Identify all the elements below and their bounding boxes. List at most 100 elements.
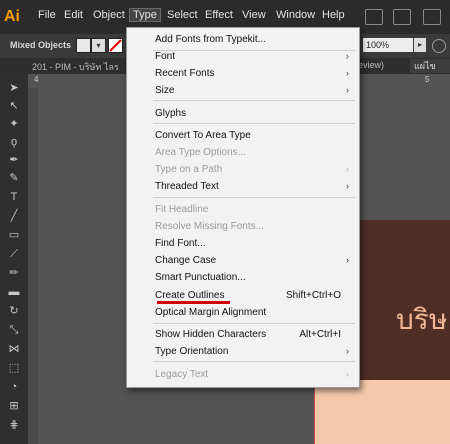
perspective-grid-tool-icon[interactable]: ⊞ [6, 400, 22, 413]
stock-icon[interactable] [393, 9, 411, 25]
menu-item-shortcut: Alt+Ctrl+I [299, 329, 341, 340]
menu-item-fit-headline: Fit Headline [155, 201, 355, 218]
shape-builder-tool-icon[interactable]: ◔ [6, 381, 22, 394]
width-tool-icon[interactable]: ⋈ [6, 343, 22, 356]
menu-item-label: Fit Headline [155, 204, 209, 215]
tools-panel: ➤ ↖ ✦ ϙ ✒ ✎ T ╱ ▭ ⟋ ✏ ▬ ↻ ⤡ ⋈ ⬚ ◔ ⊞ ⋕ [0, 74, 29, 444]
scale-tool-icon[interactable]: ⤡ [6, 324, 22, 337]
document-tab-active[interactable]: แผ่ไข [410, 59, 450, 73]
ruler-mark: 4 [34, 75, 39, 84]
submenu-arrow-icon: › [346, 181, 349, 191]
submenu-arrow-icon: › [346, 369, 349, 379]
menu-window[interactable]: Window [276, 9, 315, 21]
menu-item-area-type-options: Area Type Options... [155, 144, 355, 161]
menu-item-glyphs[interactable]: Glyphs [155, 105, 355, 122]
menu-item-label: Smart Punctuation... [155, 272, 246, 283]
menu-item-show-hidden-characters[interactable]: Show Hidden Characters Alt+Ctrl+I [155, 326, 355, 343]
menu-item-threaded-text[interactable]: Threaded Text › [155, 178, 355, 195]
menu-item-resolve-missing-fonts: Resolve Missing Fonts... [155, 218, 355, 235]
menu-item-label: Find Font... [155, 238, 206, 249]
submenu-arrow-icon: › [346, 164, 349, 174]
paintbrush-tool-icon[interactable]: ⟋ [6, 248, 22, 261]
zoom-field[interactable]: 100% [363, 38, 413, 52]
artboard-light-panel[interactable] [315, 380, 450, 444]
menu-edit[interactable]: Edit [64, 9, 83, 21]
menu-item-type-orientation[interactable]: Type Orientation › [155, 343, 355, 360]
menu-item-label: Change Case [155, 255, 217, 266]
magic-wand-tool-icon[interactable]: ✦ [6, 118, 22, 131]
menu-item-legacy-text: Legacy Text › [155, 366, 355, 383]
menu-separator [153, 100, 355, 101]
menu-item-label: Recent Fonts [155, 68, 215, 79]
selection-tool-icon[interactable]: ➤ [6, 82, 22, 95]
menu-separator [153, 361, 355, 362]
menu-item-type-on-path: Type on a Path › [155, 161, 355, 178]
menu-item-font[interactable]: Font › [155, 48, 355, 65]
menu-item-recent-fonts[interactable]: Recent Fonts › [155, 65, 355, 82]
fill-dropdown-icon[interactable]: ▾ [91, 38, 106, 53]
menu-item-label: Font [155, 51, 176, 62]
menu-item-smart-punctuation[interactable]: Smart Punctuation... [155, 269, 355, 286]
menu-select[interactable]: Select [167, 9, 198, 21]
menu-item-add-fonts-typekit[interactable]: Add Fonts from Typekit... [155, 31, 355, 48]
menu-item-label: Type Orientation [155, 346, 229, 357]
app-logo: Ai [4, 8, 20, 25]
zoom-arrow-icon[interactable]: ▸ [414, 38, 426, 52]
menu-item-change-case[interactable]: Change Case › [155, 252, 355, 269]
stroke-swatch[interactable] [108, 38, 123, 53]
pencil-tool-icon[interactable]: ✏ [6, 267, 22, 280]
menu-item-label: Glyphs [155, 108, 187, 119]
curvature-tool-icon[interactable]: ✎ [6, 172, 22, 185]
menu-item-label: Optical Margin Alignment [155, 307, 267, 318]
menu-file[interactable]: File [38, 9, 56, 21]
menu-item-size[interactable]: Size › [155, 82, 355, 99]
submenu-arrow-icon: › [346, 255, 349, 265]
menu-item-optical-margin[interactable]: Optical Margin Alignment [155, 304, 355, 321]
bridge-icon[interactable] [365, 9, 383, 25]
menu-object[interactable]: Object [93, 9, 125, 21]
menu-separator [153, 323, 355, 324]
pen-tool-icon[interactable]: ✒ [6, 154, 22, 167]
menu-item-label: Add Fonts from Typekit... [155, 34, 266, 45]
document-tab[interactable]: 201 - PIM - บริษัท ไลร [32, 60, 119, 74]
menu-item-label: Create Outlines [155, 290, 225, 301]
vertical-ruler [28, 88, 38, 444]
globe-icon[interactable] [432, 39, 446, 53]
submenu-arrow-icon: › [346, 85, 349, 95]
menu-separator [153, 123, 355, 124]
submenu-arrow-icon: › [346, 51, 349, 61]
menu-item-label: Size [155, 85, 175, 96]
type-menu-dropdown: Add Fonts from Typekit... Font › Recent F… [126, 27, 360, 388]
highlight-underline [157, 301, 230, 304]
menu-view[interactable]: View [242, 9, 266, 21]
menu-type[interactable]: Type [129, 8, 161, 22]
rotate-tool-icon[interactable]: ↻ [6, 305, 22, 318]
submenu-arrow-icon: › [346, 68, 349, 78]
menu-item-label: Threaded Text [155, 181, 219, 192]
menu-item-label: Convert To Area Type [155, 130, 251, 141]
fill-swatch[interactable] [76, 38, 91, 53]
menu-item-label: Area Type Options... [155, 147, 246, 158]
line-tool-icon[interactable]: ╱ [6, 210, 22, 223]
ruler-mark: 5 [425, 75, 430, 84]
menu-item-label: Type on a Path [155, 164, 223, 175]
menu-help[interactable]: Help [322, 9, 345, 21]
submenu-arrow-icon: › [346, 346, 349, 356]
direct-selection-tool-icon[interactable]: ↖ [6, 100, 22, 113]
menu-item-label: Legacy Text [155, 369, 209, 380]
mesh-tool-icon[interactable]: ⋕ [6, 419, 22, 432]
free-transform-tool-icon[interactable]: ⬚ [6, 362, 22, 375]
arrange-icon[interactable] [423, 9, 441, 25]
eraser-tool-icon[interactable]: ▬ [6, 286, 22, 299]
menu-item-find-font[interactable]: Find Font... [155, 235, 355, 252]
canvas-text[interactable]: บริษ [396, 298, 447, 342]
type-tool-icon[interactable]: T [6, 191, 22, 204]
menu-item-shortcut: Shift+Ctrl+O [285, 290, 341, 301]
menu-item-convert-area-type[interactable]: Convert To Area Type [155, 127, 355, 144]
menu-effect[interactable]: Effect [205, 9, 233, 21]
lasso-tool-icon[interactable]: ϙ [6, 136, 22, 149]
rectangle-tool-icon[interactable]: ▭ [6, 229, 22, 242]
no-stroke-icon [109, 39, 122, 52]
menu-item-label: Show Hidden Characters [155, 329, 267, 340]
menu-separator [153, 197, 355, 198]
